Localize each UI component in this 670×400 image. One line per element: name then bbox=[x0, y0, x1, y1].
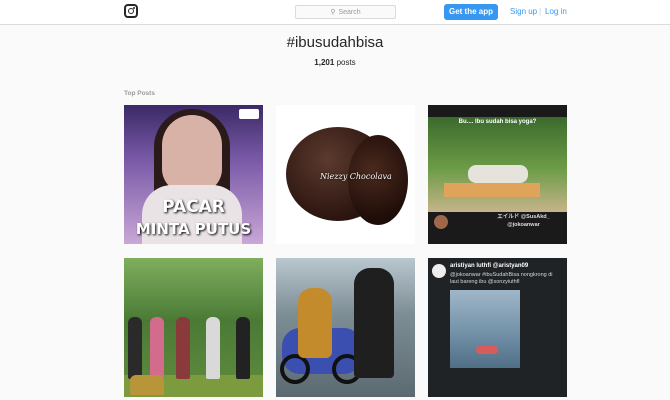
post-caption: MINTA PUTUS bbox=[135, 220, 252, 238]
avatar bbox=[434, 215, 448, 229]
post-user: エイルド @SusAkd_ bbox=[497, 214, 550, 220]
post-tile[interactable]: Bu.... Ibu sudah bisa yoga? エイルド @SusAkd… bbox=[428, 105, 567, 244]
post-image bbox=[450, 290, 520, 368]
post-tile[interactable] bbox=[276, 258, 415, 397]
instagram-logo-icon[interactable] bbox=[124, 4, 138, 18]
post-count-number: 1,201 bbox=[314, 58, 335, 67]
post-handle: @jokoanwar bbox=[507, 222, 540, 228]
post-caption: @jokoanwar #ibuSudahBisa nongkrong di la… bbox=[450, 272, 553, 285]
top-posts-label: Top Posts bbox=[124, 90, 155, 97]
search-placeholder: Search bbox=[338, 8, 361, 16]
nav-separator: | bbox=[539, 7, 542, 16]
post-count: 1,201 posts bbox=[0, 58, 670, 67]
sign-up-link[interactable]: Sign up bbox=[510, 6, 537, 18]
post-count-label: posts bbox=[336, 58, 356, 67]
get-the-app-button[interactable]: Get the app bbox=[444, 4, 498, 20]
post-caption: Bu.... Ibu sudah bisa yoga? bbox=[458, 119, 537, 125]
hashtag-title: #ibusudahbisa bbox=[286, 34, 384, 51]
post-tile[interactable]: PACAR MINTA PUTUS bbox=[124, 105, 263, 244]
log-in-link[interactable]: Log in bbox=[545, 6, 567, 18]
post-tile[interactable] bbox=[124, 258, 263, 397]
post-meta: エイルド @SusAkd_ @jokoanwar bbox=[454, 213, 567, 229]
search-input[interactable]: ⚲ Search bbox=[295, 5, 396, 19]
search-icon: ⚲ bbox=[330, 9, 336, 16]
post-caption: PACAR bbox=[162, 197, 225, 217]
post-tile[interactable]: aristiyan luthfi @aristyan09 @jokoanwar … bbox=[428, 258, 567, 397]
top-nav-bar: ⚲ Search Get the app Sign up | Log in bbox=[0, 0, 670, 25]
post-user: aristiyan luthfi @aristyan09 bbox=[450, 263, 529, 269]
avatar bbox=[432, 264, 446, 278]
post-tile[interactable]: Niezzy Chocolava bbox=[276, 105, 415, 244]
video-icon bbox=[239, 109, 259, 119]
post-caption: Niezzy Chocolava bbox=[320, 172, 392, 181]
